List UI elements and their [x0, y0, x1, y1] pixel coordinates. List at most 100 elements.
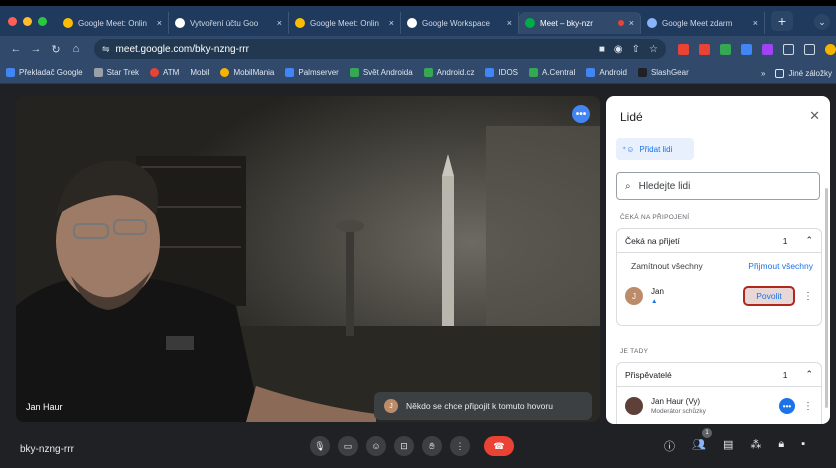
host-controls-icon[interactable]: 🔒︎	[778, 438, 784, 454]
avatar: J	[384, 399, 398, 413]
close-icon[interactable]: ×	[157, 18, 162, 28]
meeting-info-icon[interactable]: ⓘ	[664, 438, 675, 454]
google-lens-icon[interactable]: ◉	[614, 44, 623, 55]
camera-button[interactable]: ▭	[338, 436, 358, 456]
tab[interactable]: Google Meet: Onlin ×	[289, 12, 401, 34]
puzzle-icon[interactable]	[783, 43, 794, 55]
bookmark-item[interactable]: Star Trek	[93, 68, 139, 77]
notification-text: Někdo se chce připojit k tomuto hovoru	[406, 401, 553, 411]
close-window-button[interactable]	[8, 16, 17, 26]
deny-all-button[interactable]: Zamítnout všechny	[631, 261, 703, 271]
activities-icon[interactable]: ⁂	[750, 438, 761, 454]
bookmarks-more-button[interactable]: »	[761, 69, 765, 78]
chevron-up-icon[interactable]: ⌃	[805, 235, 813, 246]
raise-hand-button[interactable]: ✋︎	[422, 436, 442, 456]
more-vert-icon[interactable]: ⋮	[803, 401, 813, 412]
meet-stage: ••• Jan Haur J Někdo se chce připojit k …	[0, 84, 836, 468]
participant-row: Jan Haur (Vy) Moderátor schůzky ••• ⋮	[617, 387, 821, 424]
close-icon[interactable]: ×	[507, 18, 512, 28]
bookmark-item[interactable]: SlashGear	[637, 68, 689, 77]
person-role: Moderátor schůzky	[651, 408, 706, 415]
close-icon[interactable]: ✕	[809, 108, 820, 124]
bookmark-label: Android	[599, 68, 627, 77]
bookmark-item[interactable]: Android	[586, 68, 627, 77]
panel-scrollbar[interactable]	[825, 188, 828, 408]
bookmark-item[interactable]: A.Central	[529, 68, 575, 77]
bookmark-item[interactable]: Palmserver	[285, 68, 339, 77]
extension-icon[interactable]	[678, 43, 689, 55]
close-icon[interactable]: ×	[277, 18, 282, 28]
bookmark-label: MobilMania	[233, 68, 275, 77]
meeting-code: bky-nzng-rrr	[20, 444, 74, 455]
people-icon[interactable]: 👥︎	[692, 438, 706, 454]
add-people-label: Přidat lidi	[639, 144, 673, 154]
more-options-icon[interactable]: •••	[572, 105, 590, 123]
leave-call-button[interactable]: ☎︎	[484, 436, 514, 456]
pip-icon[interactable]: ▪	[801, 438, 805, 454]
close-icon[interactable]: ×	[389, 18, 394, 28]
zoom-window-button[interactable]	[38, 16, 47, 26]
android-cz-icon	[423, 68, 433, 77]
close-icon[interactable]: ×	[629, 18, 634, 28]
participant-name-tag: Jan Haur	[26, 402, 63, 412]
bookmark-item[interactable]: ATM	[150, 68, 179, 77]
tab[interactable]: Google Meet: Onlin ×	[57, 12, 169, 34]
tab[interactable]: Google Workspace ×	[401, 12, 519, 34]
camera-in-use-icon[interactable]: ■	[599, 44, 605, 55]
bookmark-label: A.Central	[542, 68, 576, 77]
tab-search-chevron-icon[interactable]: ⌄	[814, 14, 830, 30]
more-vert-icon[interactable]: ⋮	[803, 291, 813, 302]
join-request-notification[interactable]: J Někdo se chce připojit k tomuto hovoru	[374, 392, 592, 420]
tab[interactable]: Google Meet zdarm ×	[641, 12, 765, 34]
person-add-icon: ⁺☺	[622, 144, 635, 154]
bookmark-item[interactable]: Mobil	[190, 68, 209, 77]
tab-active[interactable]: Meet – bky-nzr ×	[519, 12, 641, 34]
bookmark-item[interactable]: Android.cz	[423, 68, 474, 77]
present-button[interactable]: ⊡	[394, 436, 414, 456]
atm-icon	[150, 68, 160, 77]
more-options-icon[interactable]: •••	[779, 398, 795, 414]
chat-icon[interactable]: ▤	[723, 438, 733, 454]
new-tab-button[interactable]: +	[771, 11, 793, 31]
chevron-up-icon[interactable]: ⌃	[805, 369, 813, 380]
tab[interactable]: Vytvoření účtu Goo ×	[169, 12, 289, 34]
admit-button[interactable]: Povolit	[743, 286, 795, 306]
microphone-button[interactable]: 🎙︎	[310, 436, 330, 456]
bookmark-item[interactable]: MobilMania	[220, 68, 274, 77]
mobilmania-icon	[220, 68, 230, 77]
forward-arrow-icon[interactable]: →	[28, 43, 44, 55]
address-bar[interactable]: ⇋ meet.google.com/bky-nzng-rrr ■ ◉ ⇧ ☆	[94, 39, 666, 59]
site-settings-icon[interactable]: ⇋	[102, 44, 110, 55]
extension-icon[interactable]	[762, 43, 773, 55]
person-name: Jan Haur (Vy)	[651, 397, 701, 406]
search-icon: ⌕	[625, 180, 631, 192]
bookmark-label: Překladač Google	[19, 68, 83, 77]
folder-icon	[775, 68, 785, 78]
extension-icon[interactable]	[699, 43, 710, 55]
panel-title: Lidé	[620, 110, 643, 124]
waiting-person-row: J Jan ▲ Povolit ⋮	[617, 277, 821, 315]
bookmark-item[interactable]: Překladač Google	[6, 68, 83, 77]
other-bookmarks-folder[interactable]: Jiné záložky	[775, 68, 832, 78]
bookmark-star-icon[interactable]: ☆	[649, 44, 658, 55]
extension-icon[interactable]	[720, 43, 731, 55]
side-panel-icon[interactable]	[804, 43, 815, 55]
extension-icon[interactable]	[741, 43, 752, 55]
back-arrow-icon[interactable]: ←	[8, 43, 24, 55]
bookmark-item[interactable]: IDOS	[485, 68, 518, 77]
person-info: Jan ▲	[651, 287, 664, 305]
home-icon[interactable]: ⌂	[68, 43, 84, 55]
share-icon[interactable]: ⇧	[632, 44, 640, 55]
more-options-button[interactable]: ⋮	[450, 436, 470, 456]
search-input[interactable]: ⌕ Hledejte lidi	[616, 172, 820, 200]
contributors-group-header[interactable]: Přispěvatelé 1 ⌃	[617, 363, 821, 387]
reactions-button[interactable]: ☺	[366, 436, 386, 456]
minimize-window-button[interactable]	[23, 16, 32, 26]
close-icon[interactable]: ×	[753, 18, 758, 28]
accept-all-button[interactable]: Přijmout všechny	[748, 261, 813, 271]
bookmark-item[interactable]: Svět Androida	[349, 68, 413, 77]
reload-icon[interactable]: ↻	[48, 43, 64, 56]
profile-avatar[interactable]	[825, 43, 836, 55]
waiting-group-header[interactable]: Čeká na přijetí 1 ⌃	[617, 229, 821, 253]
add-people-button[interactable]: ⁺☺ Přidat lidi	[616, 138, 694, 160]
